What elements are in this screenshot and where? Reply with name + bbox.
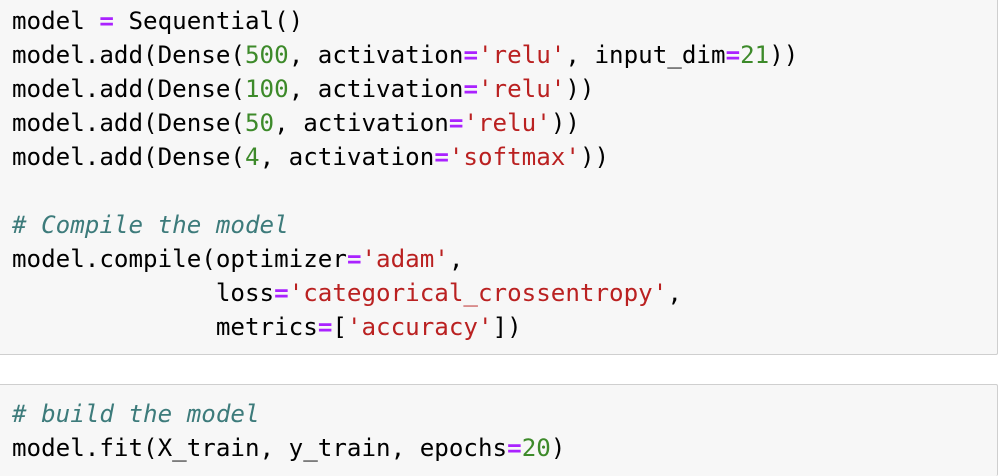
operator-token: = — [725, 41, 741, 69]
code-line: metrics=['accuracy']) — [12, 310, 798, 344]
code-token: model.add(Dense( — [12, 41, 245, 69]
code-token: )) — [769, 41, 799, 69]
code-token: Sequential() — [113, 7, 304, 35]
operator-token: = — [274, 279, 289, 307]
number-token: 21 — [740, 41, 770, 69]
code-line: model.add(Dense(50, activation='relu')) — [12, 106, 798, 140]
code-token: model.add(Dense( — [12, 109, 245, 137]
operator-token: = — [99, 7, 114, 35]
number-token: 100 — [245, 75, 289, 103]
code-cell-2[interactable]: # build the model model.fit(X_train, y_tr… — [0, 384, 998, 476]
operator-token: = — [507, 434, 522, 462]
operator-token: = — [317, 313, 333, 341]
operator-token: = — [434, 143, 449, 171]
string-token: 'relu' — [478, 41, 566, 69]
code-token: )) — [579, 143, 610, 171]
code-token: , — [667, 279, 682, 307]
code-editor-2[interactable]: # build the model model.fit(X_train, y_tr… — [12, 397, 565, 465]
code-line: model.add(Dense(100, activation='relu')) — [12, 72, 798, 106]
code-token: model.fit(X_train, y_train, epochs — [12, 434, 508, 462]
comment-token: # Compile the model — [12, 211, 289, 239]
operator-token: = — [448, 109, 464, 137]
code-token: model.add(Dense( — [12, 143, 245, 171]
code-token: , activation — [259, 143, 435, 171]
operator-token: = — [463, 41, 478, 69]
code-cell-1[interactable]: model = Sequential() model.add(Dense(500,… — [0, 0, 998, 355]
code-line: model.fit(X_train, y_train, epochs=20) — [12, 431, 565, 465]
code-line: model = Sequential() — [12, 4, 798, 38]
number-token: 50 — [245, 109, 275, 137]
string-token: 'softmax' — [448, 143, 580, 171]
code-token: )) — [565, 75, 595, 103]
code-token: )) — [550, 109, 580, 137]
code-line: # Compile the model — [12, 208, 798, 242]
string-token: 'relu' — [478, 75, 566, 103]
code-token: model — [12, 7, 100, 35]
code-token: model.add(Dense( — [12, 75, 245, 103]
string-token: 'categorical_crossentropy' — [288, 279, 668, 307]
number-token: 500 — [245, 41, 289, 69]
code-token: model.compile(optimizer — [12, 245, 347, 273]
number-token: 4 — [245, 143, 260, 171]
comment-token: # build the model — [12, 400, 260, 428]
code-line: model.add(Dense(500, activation='relu', … — [12, 38, 798, 72]
operator-token: = — [463, 75, 478, 103]
code-line: # build the model — [12, 397, 565, 431]
code-token: [ — [332, 313, 347, 341]
code-token: , activation — [288, 41, 464, 69]
string-token: 'accuracy' — [346, 313, 493, 341]
code-editor-1[interactable]: model = Sequential() model.add(Dense(500,… — [12, 4, 798, 344]
code-token: ]) — [492, 313, 522, 341]
code-token: , input_dim — [565, 41, 726, 69]
code-token: , — [448, 245, 464, 273]
code-line: loss='categorical_crossentropy', — [12, 276, 798, 310]
code-token: , activation — [274, 109, 449, 137]
code-line: model.compile(optimizer='adam', — [12, 242, 798, 276]
number-token: 20 — [521, 434, 551, 462]
string-token: 'adam' — [361, 245, 449, 273]
code-token: ) — [550, 434, 566, 462]
code-token: metrics — [12, 313, 318, 341]
code-token: loss — [12, 279, 275, 307]
operator-token: = — [346, 245, 362, 273]
code-token: , activation — [288, 75, 464, 103]
string-token: 'relu' — [463, 109, 551, 137]
code-line: model.add(Dense(4, activation='softmax')… — [12, 140, 798, 174]
